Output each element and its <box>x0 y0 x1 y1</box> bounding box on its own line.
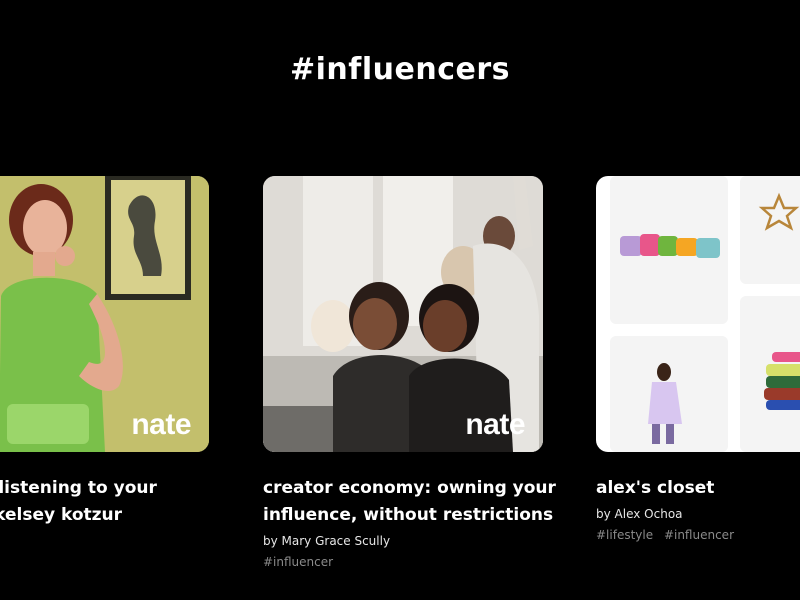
article-title-line[interactable]: convo: listening to your <box>0 475 209 502</box>
brand-watermark: nate <box>465 408 525 441</box>
tag-link[interactable]: #influencer <box>664 528 734 542</box>
article-card-kelsey-kotzur[interactable]: nate convo: listening to your e with kel… <box>0 176 209 529</box>
article-title[interactable]: convo: listening to your e with kelsey k… <box>0 475 209 529</box>
page: #influencers nate listening to your kels… <box>0 0 800 600</box>
article-title-line[interactable]: e with kelsey kotzur <box>0 502 209 529</box>
closet-products-illustration <box>620 192 800 444</box>
article-title-line[interactable]: alex's closet <box>596 475 800 502</box>
article-tags: #influencer <box>263 555 556 569</box>
article-thumbnail[interactable] <box>596 176 800 452</box>
brand-watermark: nate <box>131 408 191 441</box>
article-thumbnail[interactable]: nate <box>263 176 543 452</box>
tag-link[interactable]: #influencer <box>263 555 333 569</box>
article-author[interactable]: by Mary Grace Scully <box>263 534 556 548</box>
article-title-line[interactable]: influence, without restrictions <box>263 502 556 529</box>
article-title-line[interactable]: creator economy: owning your <box>263 475 556 502</box>
article-card-creator-economy[interactable]: nate creator economy: owning your influe… <box>263 176 556 569</box>
article-thumbnail[interactable]: nate <box>0 176 209 452</box>
tag-link[interactable]: #lifestyle <box>596 528 653 542</box>
section-title: #influencers <box>290 52 510 87</box>
article-author[interactable]: by Alex Ochoa <box>596 507 800 521</box>
article-card-alexs-closet[interactable]: alex's closet by Alex Ochoa #lifestyle #… <box>596 176 800 542</box>
article-title[interactable]: alex's closet <box>596 475 800 502</box>
article-tags: #lifestyle #influencer <box>596 528 800 542</box>
article-title[interactable]: creator economy: owning your influence, … <box>263 475 556 529</box>
